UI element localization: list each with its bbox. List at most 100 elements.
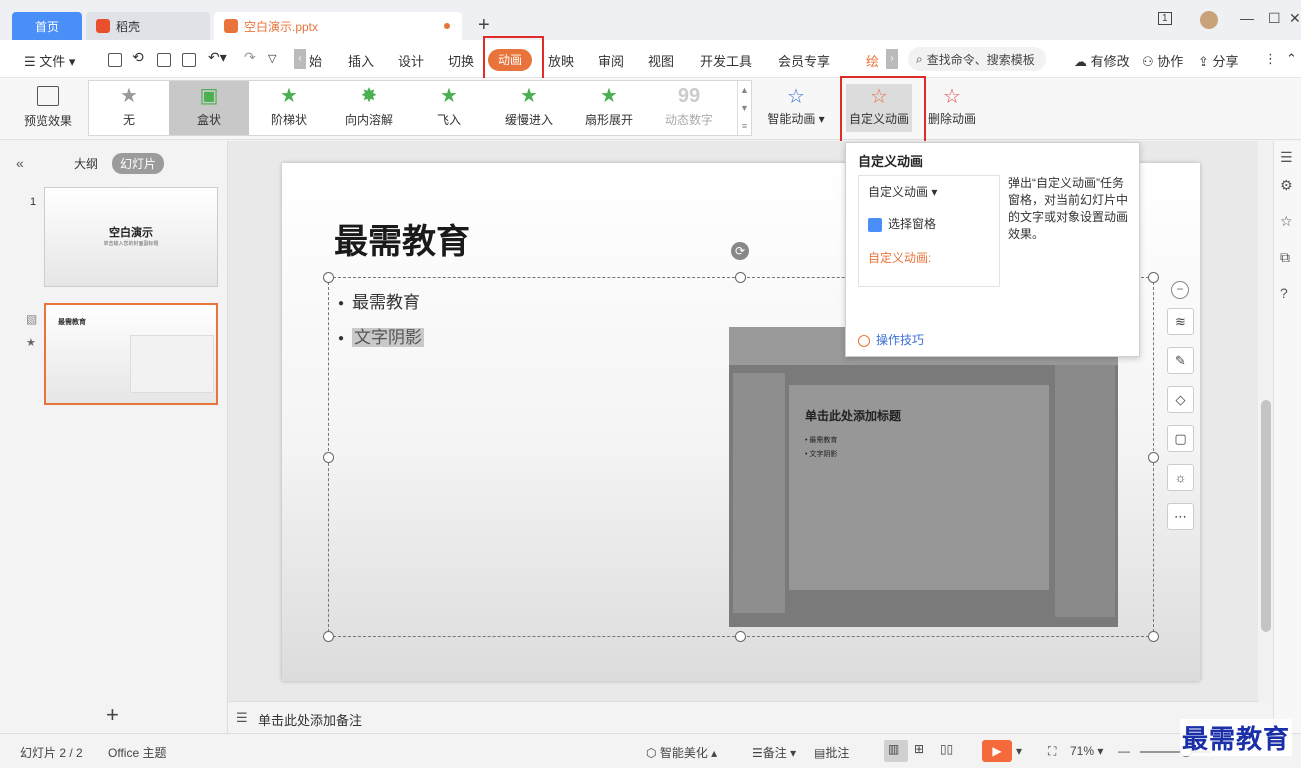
gallery-item-stairs[interactable]: ★ 阶梯状 <box>249 81 329 135</box>
zoom-out-button[interactable]: — <box>1118 744 1130 758</box>
menu-draw[interactable]: 绘 <box>866 51 879 70</box>
close-button[interactable]: ✕ <box>1289 10 1301 27</box>
bullet-item-1[interactable]: ● 最需教育 <box>338 288 420 313</box>
notes-bar[interactable]: ☰ 单击此处添加备注 <box>228 701 1259 733</box>
modified-button[interactable]: ☁ 有修改 <box>1074 51 1130 70</box>
notes-toggle-button[interactable]: ☰备注 ▾ <box>752 744 796 761</box>
add-slide-button[interactable]: + <box>106 702 119 728</box>
maximize-button[interactable]: ☐ <box>1268 10 1281 27</box>
tab-slides[interactable]: 幻灯片 <box>112 153 165 174</box>
lightbulb-icon[interactable]: ☼ <box>1167 464 1194 491</box>
frame-icon[interactable]: ▢ <box>1167 425 1194 452</box>
print-preview-icon[interactable] <box>182 53 196 67</box>
gallery-item-box[interactable]: ▣ 盒状 <box>169 81 249 135</box>
pen-icon[interactable]: ✎ <box>1167 347 1194 374</box>
help-icon[interactable]: ? <box>1280 285 1288 301</box>
collaborate-button[interactable]: ⚇ 协作 <box>1142 51 1183 70</box>
window-count-badge[interactable]: 1 <box>1158 12 1172 25</box>
preview-effect-button[interactable]: 预览效果 <box>18 84 78 129</box>
delete-star-icon: ☆ <box>943 86 961 108</box>
menu-view[interactable]: 视图 <box>648 51 674 70</box>
tab-document[interactable]: 空白演示.pptx <box>214 12 462 40</box>
gallery-item-fan-out[interactable]: ★ 扇形展开 <box>569 81 649 135</box>
layers-icon[interactable]: ≋ <box>1167 308 1194 335</box>
custom-star-icon: ☆ <box>870 86 888 108</box>
embedded-screenshot[interactable]: 单击此处添加标题 • 最需教育 • 文字阴影 <box>729 327 1118 627</box>
resize-handle[interactable] <box>1148 272 1159 283</box>
slide-title[interactable]: 最需教育 <box>334 214 470 263</box>
menu-member[interactable]: 会员专享 <box>778 51 830 70</box>
gallery-item-crawl-in[interactable]: ★ 缓慢进入 <box>489 81 569 135</box>
redo-icon[interactable]: ↷ <box>244 49 256 66</box>
resize-handle[interactable] <box>1148 452 1159 463</box>
menu-review[interactable]: 审阅 <box>598 51 624 70</box>
scroll-right-icon[interactable]: › <box>886 49 898 69</box>
comments-button[interactable]: ▤批注 <box>814 744 849 761</box>
scrollbar-thumb[interactable] <box>1261 400 1271 632</box>
resize-handle[interactable] <box>323 631 334 642</box>
gallery-item-fly-in[interactable]: ★ 飞入 <box>409 81 489 135</box>
gallery-item-none[interactable]: ★ 无 <box>89 81 169 135</box>
gallery-label: 动态数字 <box>664 113 713 127</box>
menu-developer[interactable]: 开发工具 <box>700 51 752 70</box>
resize-handle[interactable] <box>323 452 334 463</box>
custom-animation-button[interactable]: ☆ 自定义动画 <box>846 84 912 132</box>
play-options-icon[interactable]: ▾ <box>1016 744 1022 758</box>
search-input[interactable]: ⌕ 查找命令、搜索模板 <box>908 47 1046 71</box>
slide-thumbnail-2[interactable]: 最需教育 <box>44 303 218 405</box>
collaborate-label: 协作 <box>1157 54 1184 69</box>
smart-beautify-button[interactable]: ⬡ 智能美化 ▴ <box>646 744 717 761</box>
gallery-item-dynamic-number[interactable]: 99 动态数字 <box>649 81 729 135</box>
rotate-handle-icon[interactable]: ⟳ <box>731 242 749 260</box>
gallery-item-dissolve-in[interactable]: ✸ 向内溶解 <box>329 81 409 135</box>
collapse-ribbon-icon[interactable]: ⌃ <box>1286 51 1297 67</box>
more-tools-icon[interactable]: ⋯ <box>1167 503 1194 530</box>
tab-daoke[interactable]: 稻壳 <box>86 12 210 40</box>
resize-handle[interactable] <box>323 272 334 283</box>
zoom-level[interactable]: 71% ▾ <box>1070 744 1103 758</box>
dissolve-icon: ✸ <box>360 85 378 107</box>
share-button[interactable]: ⇪ 分享 <box>1198 51 1239 70</box>
collapse-tools-icon[interactable]: − <box>1171 281 1189 299</box>
play-slideshow-button[interactable]: ▶ <box>982 740 1012 762</box>
resize-handle[interactable] <box>1148 631 1159 642</box>
menu-animation[interactable]: 动画 <box>488 49 532 71</box>
menu-start[interactable]: 始 <box>309 51 322 70</box>
avatar[interactable] <box>1200 11 1218 29</box>
menu-slideshow[interactable]: 放映 <box>548 51 574 70</box>
scroll-left-icon[interactable]: ‹ <box>294 49 306 69</box>
menu-transition[interactable]: 切换 <box>448 51 474 70</box>
print-icon[interactable] <box>157 53 171 67</box>
file-menu[interactable]: ☰ 文件 ▾ <box>24 51 75 70</box>
slide-thumbnail-1[interactable]: 空白演示 单击输入您的封面副标题 <box>44 187 218 287</box>
new-tab-button[interactable]: + <box>478 14 490 37</box>
fit-window-icon[interactable]: ⛶ <box>1048 744 1056 759</box>
tab-outline[interactable]: 大纲 <box>74 155 98 172</box>
minimize-button[interactable]: — <box>1240 10 1254 26</box>
transition-pane-icon[interactable]: ⧉ <box>1280 249 1290 266</box>
save-icon[interactable] <box>108 53 122 67</box>
smart-animation-button[interactable]: ☆ 智能动画 ▾ <box>766 84 826 127</box>
menu-insert[interactable]: 插入 <box>348 51 374 70</box>
tab-home[interactable]: 首页 <box>12 12 82 40</box>
properties-icon[interactable]: ⚙ <box>1280 177 1293 194</box>
grid-view-icon[interactable]: ⊞ <box>914 742 924 756</box>
tooltip-tips-link[interactable]: 操作技巧 <box>858 331 924 348</box>
bullet-item-2[interactable]: ● 文字阴影 <box>338 323 425 348</box>
resize-handle[interactable] <box>735 272 746 283</box>
undo-icon[interactable]: ↶▾ <box>208 49 227 66</box>
reading-view-icon[interactable]: ▯▯ <box>940 742 953 756</box>
notes-label: 备注 <box>762 746 787 760</box>
fill-icon[interactable]: ◇ <box>1167 386 1194 413</box>
gallery-scroll[interactable]: ▲ ▼ ≡ <box>737 81 751 135</box>
format-painter-icon[interactable]: ⟲ <box>132 49 144 66</box>
customize-toolbar-icon[interactable]: ▽ <box>268 52 276 65</box>
collapse-panel-button[interactable]: « <box>16 155 24 171</box>
more-icon[interactable]: ⋮ <box>1264 51 1277 67</box>
daoke-icon <box>96 19 110 33</box>
animation-pane-icon[interactable]: ☆ <box>1280 213 1293 230</box>
menu-design[interactable]: 设计 <box>398 51 424 70</box>
menu-lines-icon[interactable]: ☰ <box>1280 149 1293 166</box>
delete-animation-button[interactable]: ☆ 删除动画 <box>924 84 980 127</box>
resize-handle[interactable] <box>735 631 746 642</box>
